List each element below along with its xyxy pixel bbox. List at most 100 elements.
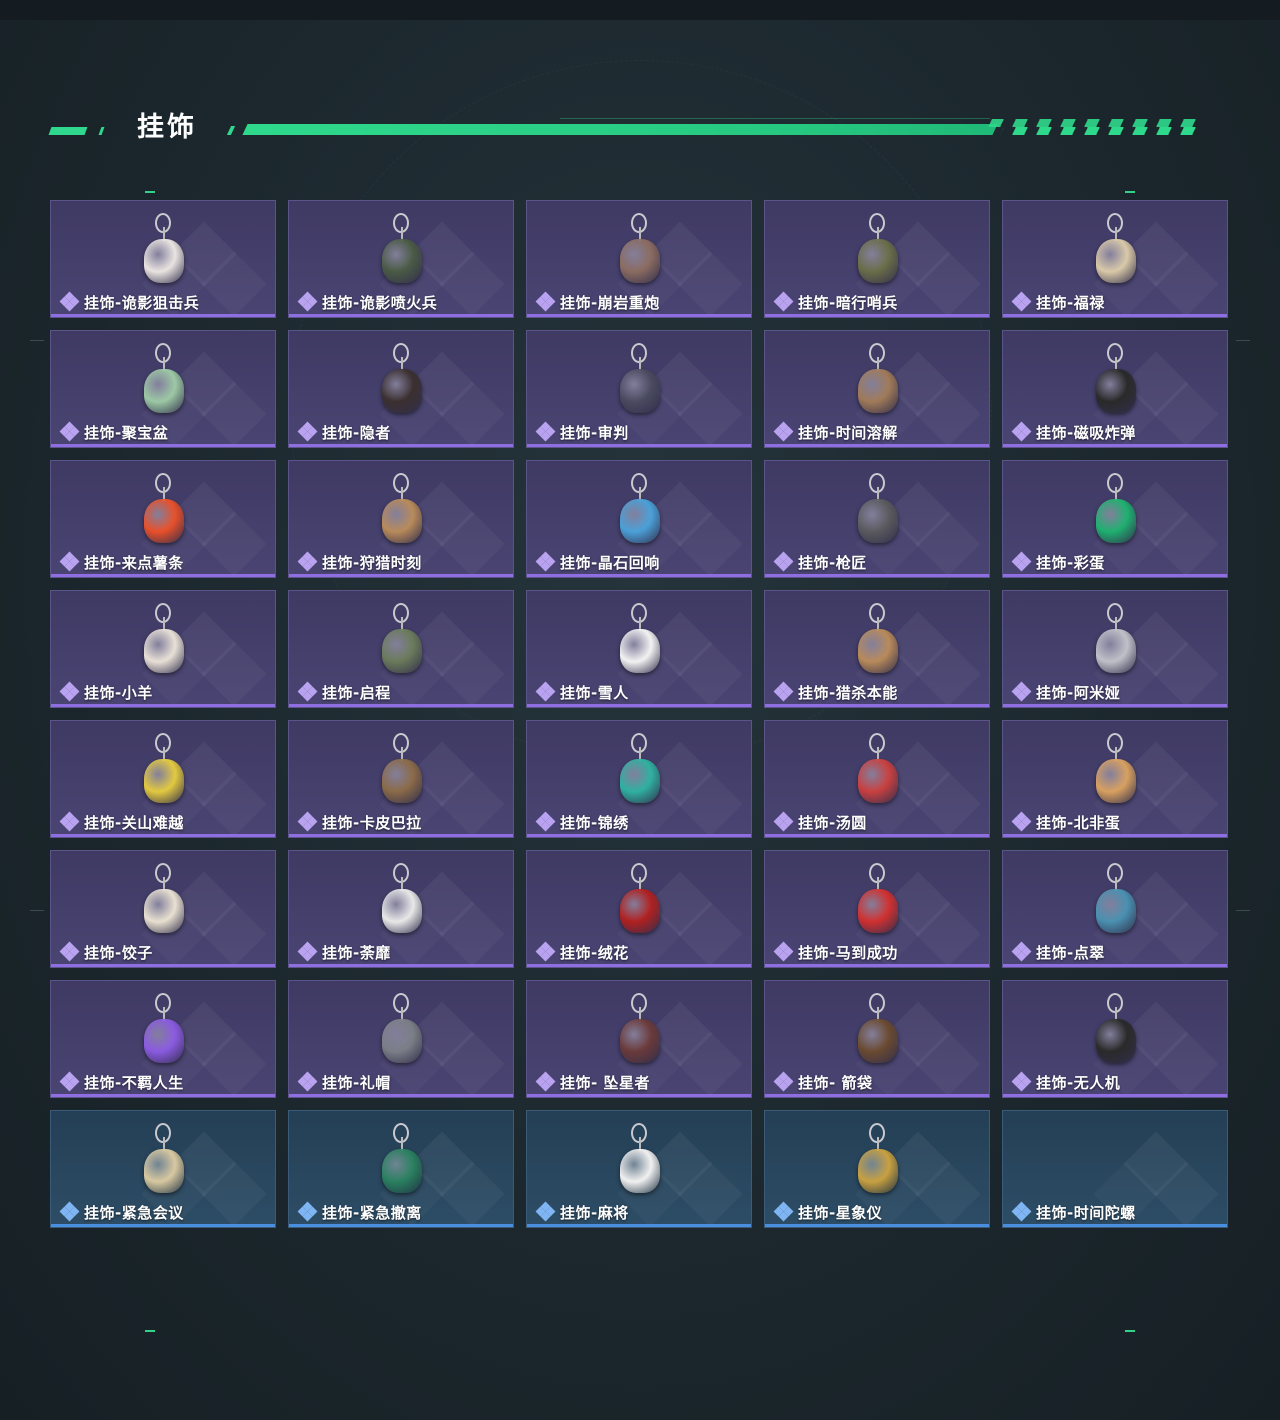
charm-name: 挂饰-启程 bbox=[322, 683, 391, 702]
rarity-gem-icon bbox=[59, 291, 80, 312]
charm-card[interactable]: 挂饰-启程 bbox=[288, 590, 514, 708]
snowman-charm-icon bbox=[615, 599, 665, 681]
charm-card[interactable]: 挂饰-阿米娅 bbox=[1002, 590, 1228, 708]
charm-card[interactable]: 挂饰-崩岩重炮 bbox=[526, 200, 752, 318]
charm-card[interactable]: 挂饰-北非蛋 bbox=[1002, 720, 1228, 838]
charm-label: 挂饰-无人机 bbox=[1011, 1071, 1120, 1092]
side-mark bbox=[30, 910, 44, 911]
charm-card[interactable]: 挂饰-枪匠 bbox=[764, 460, 990, 578]
charm-card[interactable]: 挂饰-诡影喷火兵 bbox=[288, 200, 514, 318]
rarity-gem-icon bbox=[297, 421, 318, 442]
rarity-gem-icon bbox=[59, 1201, 80, 1222]
charm-label: 挂饰-紧急会议 bbox=[59, 1201, 184, 1222]
charm-card[interactable]: 挂饰-卡皮巴拉 bbox=[288, 720, 514, 838]
charm-card[interactable]: 挂饰-麻将 bbox=[526, 1110, 752, 1228]
charm-body bbox=[382, 889, 422, 933]
charm-card[interactable]: 挂饰-时间溶解 bbox=[764, 330, 990, 448]
charm-card[interactable]: 挂饰-狩猎时刻 bbox=[288, 460, 514, 578]
charm-body bbox=[144, 759, 184, 803]
charm-name: 挂饰-绒花 bbox=[560, 943, 629, 962]
charm-card[interactable]: 挂饰-星象仪 bbox=[764, 1110, 990, 1228]
hat-charm-icon bbox=[377, 989, 427, 1071]
rarity-gem-icon bbox=[59, 551, 80, 572]
charm-name: 挂饰-枪匠 bbox=[798, 553, 867, 572]
charm-label: 挂饰-麻将 bbox=[535, 1201, 629, 1222]
rarity-gem-icon bbox=[1011, 291, 1032, 312]
charm-card[interactable]: 挂饰-聚宝盆 bbox=[50, 330, 276, 448]
charm-card[interactable]: 挂饰-荼靡 bbox=[288, 850, 514, 968]
charm-card[interactable]: 挂饰-福禄 bbox=[1002, 200, 1228, 318]
charm-body bbox=[144, 1019, 184, 1063]
charm-card[interactable]: 挂饰-彩蛋 bbox=[1002, 460, 1228, 578]
tarot-card-icon bbox=[615, 339, 665, 421]
charm-body bbox=[1096, 1019, 1136, 1063]
charm-card[interactable]: 挂饰-雪人 bbox=[526, 590, 752, 708]
charm-card[interactable]: 挂饰-点翠 bbox=[1002, 850, 1228, 968]
rarity-gem-icon bbox=[59, 421, 80, 442]
charm-body bbox=[1096, 369, 1136, 413]
sneaker-charm-icon bbox=[139, 989, 189, 1071]
lamb-charm-icon bbox=[139, 599, 189, 681]
charm-label: 挂饰-审判 bbox=[535, 421, 629, 442]
charm-card[interactable]: 挂饰-马到成功 bbox=[764, 850, 990, 968]
charm-card[interactable]: 挂饰-晶石回响 bbox=[526, 460, 752, 578]
mahjong-charm-icon bbox=[615, 1119, 665, 1201]
soldier-charm-icon bbox=[139, 209, 189, 291]
charm-card[interactable]: 挂饰-礼帽 bbox=[288, 980, 514, 1098]
charm-card[interactable]: 挂饰-绒花 bbox=[526, 850, 752, 968]
charm-body bbox=[858, 759, 898, 803]
charm-card[interactable]: 挂饰-来点薯条 bbox=[50, 460, 276, 578]
rarity-gem-icon bbox=[59, 681, 80, 702]
side-mark bbox=[30, 340, 44, 341]
charm-label: 挂饰-卡皮巴拉 bbox=[297, 811, 422, 832]
charm-card[interactable]: 挂饰-锦绣 bbox=[526, 720, 752, 838]
charm-label: 挂饰-马到成功 bbox=[773, 941, 898, 962]
horse-charm-icon bbox=[853, 859, 903, 941]
charm-card[interactable]: 挂饰-无人机 bbox=[1002, 980, 1228, 1098]
egg-charm-icon bbox=[1091, 469, 1141, 551]
charm-body bbox=[144, 239, 184, 283]
bunny-charm-icon bbox=[1091, 599, 1141, 681]
charm-card[interactable]: 挂饰- 箭袋 bbox=[764, 980, 990, 1098]
charm-card[interactable]: 挂饰-不羁人生 bbox=[50, 980, 276, 1098]
header-accent-line bbox=[242, 124, 998, 135]
charm-card[interactable]: 挂饰-关山难越 bbox=[50, 720, 276, 838]
rarity-gem-icon bbox=[773, 1071, 794, 1092]
charm-label: 挂饰-时间陀螺 bbox=[1011, 1201, 1136, 1222]
charm-label: 挂饰-礼帽 bbox=[297, 1071, 391, 1092]
rarity-gem-icon bbox=[773, 291, 794, 312]
charm-label: 挂饰-启程 bbox=[297, 681, 391, 702]
rarity-gem-icon bbox=[535, 811, 556, 832]
charm-card[interactable]: 挂饰-暗行哨兵 bbox=[764, 200, 990, 318]
charm-card[interactable]: 挂饰-审判 bbox=[526, 330, 752, 448]
hairpin-charm-icon bbox=[1091, 859, 1141, 941]
charm-name: 挂饰-马到成功 bbox=[798, 943, 898, 962]
dumpling-charm-icon bbox=[139, 859, 189, 941]
charm-body bbox=[382, 759, 422, 803]
charm-name: 挂饰-隐者 bbox=[322, 423, 391, 442]
charm-card[interactable]: 挂饰-饺子 bbox=[50, 850, 276, 968]
charm-card[interactable]: 挂饰-紧急会议 bbox=[50, 1110, 276, 1228]
charm-card[interactable]: 挂饰-隐者 bbox=[288, 330, 514, 448]
charm-card[interactable]: 挂饰-小羊 bbox=[50, 590, 276, 708]
charm-card[interactable]: 挂饰-汤圆 bbox=[764, 720, 990, 838]
charm-body bbox=[1096, 239, 1136, 283]
charm-name: 挂饰-狩猎时刻 bbox=[322, 553, 422, 572]
charm-label: 挂饰-聚宝盆 bbox=[59, 421, 168, 442]
charm-label: 挂饰-星象仪 bbox=[773, 1201, 882, 1222]
charm-label: 挂饰-关山难越 bbox=[59, 811, 184, 832]
charm-card[interactable]: 挂饰-猎杀本能 bbox=[764, 590, 990, 708]
charm-card[interactable]: 挂饰-诡影狙击兵 bbox=[50, 200, 276, 318]
charm-name: 挂饰-北非蛋 bbox=[1036, 813, 1121, 832]
charm-card[interactable]: 挂饰-磁吸炸弹 bbox=[1002, 330, 1228, 448]
charm-card[interactable]: 挂饰- 坠星者 bbox=[526, 980, 752, 1098]
rarity-gem-icon bbox=[535, 1071, 556, 1092]
charm-card[interactable]: 挂饰-时间陀螺 bbox=[1002, 1110, 1228, 1228]
charm-body bbox=[1096, 889, 1136, 933]
charm-card[interactable]: 挂饰-紧急撤离 bbox=[288, 1110, 514, 1228]
charm-label: 挂饰- 坠星者 bbox=[535, 1071, 650, 1092]
charm-label: 挂饰-紧急撤离 bbox=[297, 1201, 422, 1222]
quiver-charm-icon bbox=[853, 989, 903, 1071]
charm-label: 挂饰-猎杀本能 bbox=[773, 681, 898, 702]
charm-name: 挂饰-饺子 bbox=[84, 943, 153, 962]
